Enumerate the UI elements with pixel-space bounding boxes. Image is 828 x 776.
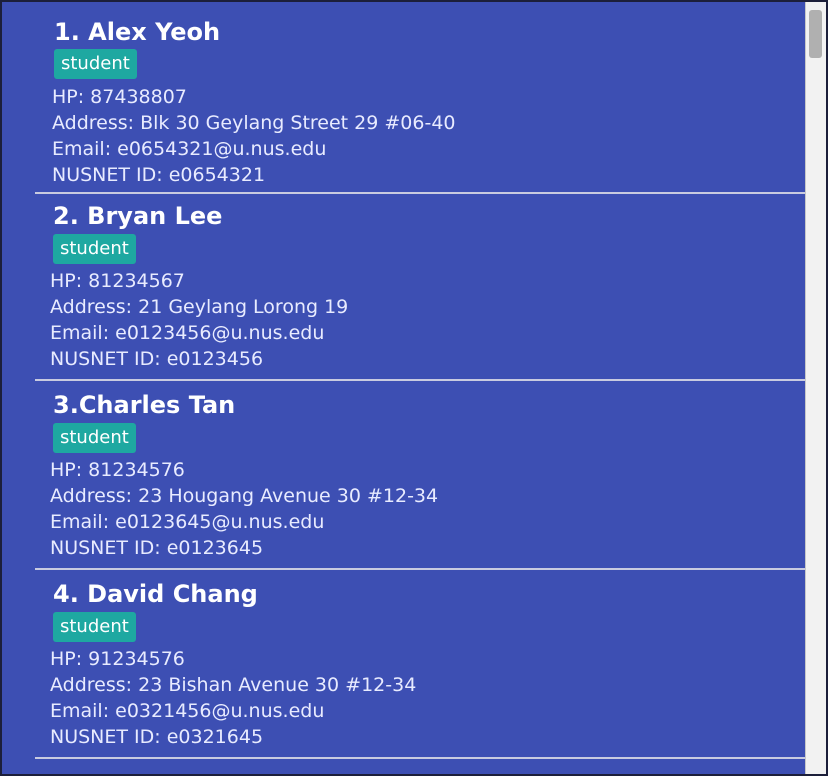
person-card[interactable]: 3.Charles Tan student HP: 81234576 Addre… — [35, 381, 805, 570]
email-field: Email: e0321456@u.nus.edu — [50, 700, 325, 722]
address-field: Address: Blk 30 Geylang Street 29 #06-40 — [52, 112, 456, 134]
vertical-scrollbar[interactable] — [805, 2, 826, 774]
nusnet-id-field: NUSNET ID: e0123456 — [50, 348, 264, 370]
tag-badge: student — [53, 234, 136, 264]
address-field: Address: 23 Bishan Avenue 30 #12-34 — [50, 674, 417, 696]
tag-badge: student — [54, 49, 137, 79]
address-field: Address: 21 Geylang Lorong 19 — [50, 296, 349, 318]
person-name: 2. Bryan Lee — [53, 202, 223, 230]
email-field: Email: e0123645@u.nus.edu — [50, 511, 325, 533]
phone-field: HP: 87438807 — [52, 86, 187, 108]
tag-badge: student — [53, 612, 136, 642]
person-name: 4. David Chang — [53, 580, 258, 608]
phone-field: HP: 81234567 — [50, 270, 185, 292]
person-card[interactable]: 2. Bryan Lee student HP: 81234567 Addres… — [35, 194, 805, 381]
person-card[interactable]: 4. David Chang student HP: 91234576 Addr… — [35, 570, 805, 759]
nusnet-id-field: NUSNET ID: e0321645 — [50, 726, 264, 748]
address-field: Address: 23 Hougang Avenue 30 #12-34 — [50, 485, 439, 507]
person-name: 3.Charles Tan — [53, 391, 236, 419]
phone-field: HP: 81234576 — [50, 459, 185, 481]
email-field: Email: e0123456@u.nus.edu — [50, 322, 325, 344]
person-list-panel: 1. Alex Yeoh student HP: 87438807 Addres… — [0, 0, 828, 776]
tag-badge: student — [53, 423, 136, 453]
nusnet-id-field: NUSNET ID: e0654321 — [52, 164, 266, 186]
nusnet-id-field: NUSNET ID: e0123645 — [50, 537, 264, 559]
email-field: Email: e0654321@u.nus.edu — [52, 138, 327, 160]
phone-field: HP: 91234576 — [50, 648, 185, 670]
person-list[interactable]: 1. Alex Yeoh student HP: 87438807 Addres… — [2, 2, 805, 774]
person-name: 1. Alex Yeoh — [54, 18, 221, 46]
scrollbar-thumb[interactable] — [809, 10, 822, 58]
person-card[interactable]: 1. Alex Yeoh student HP: 87438807 Addres… — [35, 2, 805, 194]
